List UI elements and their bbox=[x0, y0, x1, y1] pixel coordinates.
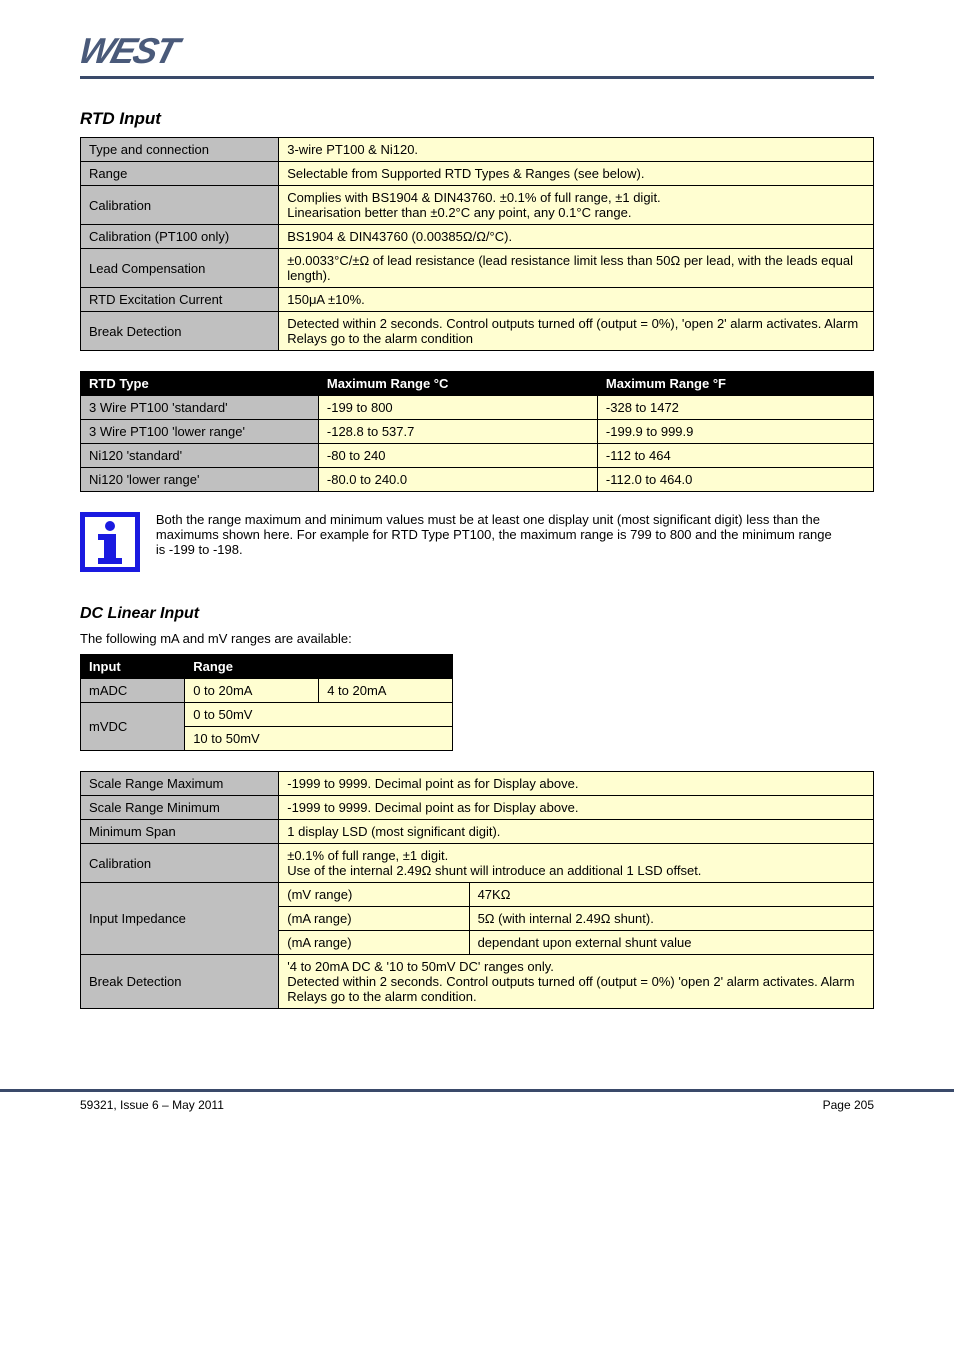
cell-label: Ni120 'standard' bbox=[81, 444, 319, 468]
dc-range-table: Input Range mADC 0 to 20mA 4 to 20mA mVD… bbox=[80, 654, 453, 751]
cell-value: 47KΩ bbox=[469, 883, 873, 907]
cell-value: dependant upon external shunt value bbox=[469, 931, 873, 955]
cell-label: Range bbox=[81, 162, 279, 186]
table-row: Ni120 'lower range'-80.0 to 240.0-112.0 … bbox=[81, 468, 874, 492]
table-row: Scale Range Maximum-1999 to 9999. Decima… bbox=[81, 772, 874, 796]
table-row: 3 Wire PT100 'lower range'-128.8 to 537.… bbox=[81, 420, 874, 444]
table-row: RTD Excitation Current150μA ±10%. bbox=[81, 288, 874, 312]
cell-label: mVDC bbox=[81, 703, 185, 751]
brand-logo: WEST bbox=[74, 30, 181, 72]
table-row: Ni120 'standard'-80 to 240-112 to 464 bbox=[81, 444, 874, 468]
header-rule bbox=[80, 76, 874, 79]
cell-value: -199 to 800 bbox=[318, 396, 597, 420]
table-row: Lead Compensation±0.0033°C/±Ω of lead re… bbox=[81, 249, 874, 288]
cell-label: Scale Range Minimum bbox=[81, 796, 279, 820]
table-row: Calibration (PT100 only)BS1904 & DIN4376… bbox=[81, 225, 874, 249]
cell-value: 150μA ±10%. bbox=[279, 288, 874, 312]
cell-label: Calibration bbox=[81, 844, 279, 883]
cell-sublabel: (mA range) bbox=[279, 931, 469, 955]
rtd-spec-table: Type and connection3-wire PT100 & Ni120.… bbox=[80, 137, 874, 351]
cell-label: Minimum Span bbox=[81, 820, 279, 844]
section-heading-dc: DC Linear Input bbox=[80, 605, 874, 623]
cell-label: Calibration (PT100 only) bbox=[81, 225, 279, 249]
info-text: Both the range maximum and minimum value… bbox=[156, 512, 836, 557]
table-row: Calibration±0.1% of full range, ±1 digit… bbox=[81, 844, 874, 883]
cell-value: 4 to 20mA bbox=[319, 679, 453, 703]
cell-value: 1 display LSD (most significant digit). bbox=[279, 820, 874, 844]
col-header: Maximum Range °F bbox=[597, 372, 873, 396]
cell-label: mADC bbox=[81, 679, 185, 703]
table-row: mVDC 0 to 50mV bbox=[81, 703, 453, 727]
cell-label: Calibration bbox=[81, 186, 279, 225]
cell-value: 0 to 50mV bbox=[185, 703, 453, 727]
col-header: RTD Type bbox=[81, 372, 319, 396]
cell-label: Type and connection bbox=[81, 138, 279, 162]
cell-value: -112.0 to 464.0 bbox=[597, 468, 873, 492]
cell-value: 10 to 50mV bbox=[185, 727, 453, 751]
cell-value: -328 to 1472 bbox=[597, 396, 873, 420]
table-row: Scale Range Minimum-1999 to 9999. Decima… bbox=[81, 796, 874, 820]
table-row: Type and connection3-wire PT100 & Ni120. bbox=[81, 138, 874, 162]
cell-value: -80 to 240 bbox=[318, 444, 597, 468]
table-row: mADC 0 to 20mA 4 to 20mA bbox=[81, 679, 453, 703]
table-row: Minimum Span1 display LSD (most signific… bbox=[81, 820, 874, 844]
cell-value: BS1904 & DIN43760 (0.00385Ω/Ω/°C). bbox=[279, 225, 874, 249]
table-row: 3 Wire PT100 'standard'-199 to 800-328 t… bbox=[81, 396, 874, 420]
cell-value: -112 to 464 bbox=[597, 444, 873, 468]
section-heading-rtd: RTD Input bbox=[80, 109, 874, 129]
cell-label: Lead Compensation bbox=[81, 249, 279, 288]
rtd-types-table: RTD Type Maximum Range °C Maximum Range … bbox=[80, 371, 874, 492]
page-footer: 59321, Issue 6 – May 2011 Page 205 bbox=[0, 1092, 954, 1132]
cell-value: -80.0 to 240.0 bbox=[318, 468, 597, 492]
table-row: RangeSelectable from Supported RTD Types… bbox=[81, 162, 874, 186]
cell-value: Complies with BS1904 & DIN43760. ±0.1% o… bbox=[279, 186, 874, 225]
cell-sublabel: (mV range) bbox=[279, 883, 469, 907]
footer-right: Page 205 bbox=[823, 1098, 874, 1112]
cell-value: 3-wire PT100 & Ni120. bbox=[279, 138, 874, 162]
cell-value: 5Ω (with internal 2.49Ω shunt). bbox=[469, 907, 873, 931]
cell-value: ±0.0033°C/±Ω of lead resistance (lead re… bbox=[279, 249, 874, 288]
col-header: Maximum Range °C bbox=[318, 372, 597, 396]
table-row: CalibrationComplies with BS1904 & DIN437… bbox=[81, 186, 874, 225]
footer-left: 59321, Issue 6 – May 2011 bbox=[80, 1098, 224, 1112]
cell-value: '4 to 20mA DC & '10 to 50mV DC' ranges o… bbox=[279, 955, 874, 1009]
cell-value: Selectable from Supported RTD Types & Ra… bbox=[279, 162, 874, 186]
info-note: Both the range maximum and minimum value… bbox=[80, 512, 874, 575]
table-row: Break Detection'4 to 20mA DC & '10 to 50… bbox=[81, 955, 874, 1009]
cell-value: -1999 to 9999. Decimal point as for Disp… bbox=[279, 772, 874, 796]
cell-label: RTD Excitation Current bbox=[81, 288, 279, 312]
col-header: Range bbox=[185, 655, 453, 679]
cell-value: 0 to 20mA bbox=[185, 679, 319, 703]
cell-value: Detected within 2 seconds. Control outpu… bbox=[279, 312, 874, 351]
info-icon bbox=[80, 512, 140, 575]
cell-label: Input Impedance bbox=[81, 883, 279, 955]
cell-label: Break Detection bbox=[81, 955, 279, 1009]
cell-value: -199.9 to 999.9 bbox=[597, 420, 873, 444]
cell-label: 3 Wire PT100 'standard' bbox=[81, 396, 319, 420]
cell-value: -1999 to 9999. Decimal point as for Disp… bbox=[279, 796, 874, 820]
cell-label: Break Detection bbox=[81, 312, 279, 351]
col-header: Input bbox=[81, 655, 185, 679]
dc-spec-table: Scale Range Maximum-1999 to 9999. Decima… bbox=[80, 771, 874, 1009]
cell-label: Ni120 'lower range' bbox=[81, 468, 319, 492]
table-header-row: Input Range bbox=[81, 655, 453, 679]
cell-value: -128.8 to 537.7 bbox=[318, 420, 597, 444]
cell-sublabel: (mA range) bbox=[279, 907, 469, 931]
cell-label: 3 Wire PT100 'lower range' bbox=[81, 420, 319, 444]
table-header-row: RTD Type Maximum Range °C Maximum Range … bbox=[81, 372, 874, 396]
cell-value: ±0.1% of full range, ±1 digit. Use of th… bbox=[279, 844, 874, 883]
cell-label: Scale Range Maximum bbox=[81, 772, 279, 796]
table-row: Break DetectionDetected within 2 seconds… bbox=[81, 312, 874, 351]
pre-table-text: The following mA and mV ranges are avail… bbox=[80, 631, 874, 646]
table-row: Input Impedance(mV range)47KΩ bbox=[81, 883, 874, 907]
